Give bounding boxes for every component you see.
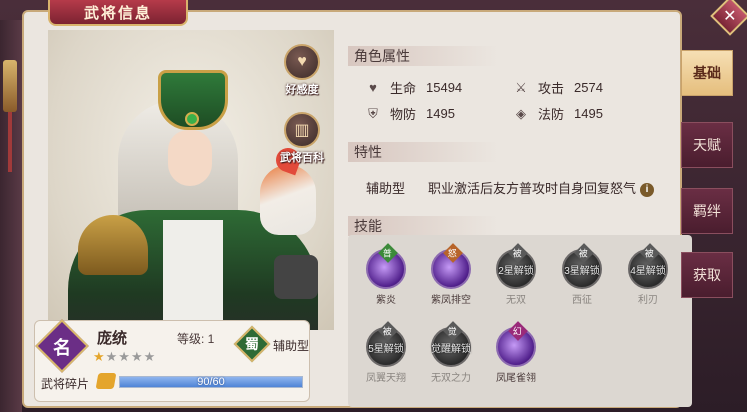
hero-level: 等级: 1 (177, 332, 215, 346)
hero-info-panel: ♥ 好感度 ▥ 武将百科 角色属性 ♥ 生命 15494 ⚔ 攻击 2574 ⛨ (22, 10, 692, 408)
tab-talent[interactable]: 天赋 (681, 122, 733, 168)
skill-lock-text: 3星解锁 (564, 265, 600, 277)
shard-label: 武将碎片 (41, 377, 90, 391)
skill-orb-icon: 被 5星解锁 (366, 321, 406, 367)
attr-value: 1495 (574, 106, 603, 121)
shard-icon (95, 373, 117, 389)
tab-obtain[interactable]: 获取 (681, 252, 733, 298)
attr-label: 生命 (390, 81, 417, 96)
shard-progress-bar: 90/60 (119, 376, 303, 388)
shard-progress-text: 90/60 (197, 376, 225, 388)
skill-tag: 幻 (508, 321, 528, 341)
heart-icon: ♥ (284, 44, 320, 80)
star-rating: ★★★★★ (93, 349, 156, 365)
name-badge-text: 名 (53, 338, 71, 358)
skills-grid: 普 紫炎 怒 紫凤排空 被 2星解锁 无双 被 3星解锁 西征 被 4星解锁 利… (348, 235, 692, 407)
skill-orb-icon: 幻 (496, 321, 536, 367)
skill-slot[interactable]: 觉 觉醒解锁 无双之力 (423, 321, 479, 389)
skill-lock-text: 觉醒解锁 (431, 343, 471, 355)
skill-slot[interactable]: 被 4星解锁 利刃 (620, 243, 676, 311)
skill-name: 紫炎 (376, 295, 396, 306)
skills-heading: 技能 (348, 216, 498, 236)
star-filled-icon: ★ (93, 349, 106, 364)
attributes-heading: 角色属性 (348, 46, 498, 66)
info-icon[interactable]: i (640, 182, 655, 197)
attr-hp: ♥ 生命 15494 (366, 78, 462, 97)
skill-name: 凤尾雀翎 (496, 373, 536, 384)
portrait-gauntlet (274, 255, 318, 299)
attr-label: 法防 (538, 107, 565, 122)
tassel-ornament (8, 112, 12, 172)
skill-tag: 觉 (443, 321, 463, 341)
skill-lock-text: 4星解锁 (630, 265, 666, 277)
skill-orb-icon: 普 (366, 243, 406, 289)
encyclopedia-label: 武将百科 (280, 152, 324, 164)
magic-shield-icon: ◈ (516, 105, 526, 121)
star-empty-icon: ★★★★ (105, 349, 157, 364)
skill-name: 西征 (572, 295, 592, 306)
affection-button[interactable]: ♥ 好感度 (276, 44, 328, 102)
hero-name: 庞统 (97, 329, 128, 347)
trait-heading: 特性 (348, 142, 498, 162)
shield-icon: ⛨ (368, 105, 378, 121)
heart-icon: ♥ (369, 80, 377, 95)
lantern-ornament (3, 60, 17, 112)
skill-tag: 怒 (443, 243, 463, 263)
skill-slot[interactable]: 被 3星解锁 西征 (554, 243, 610, 311)
skill-name: 紫凤排空 (431, 295, 471, 306)
hero-summary-card: 名 庞统 等级: 1 ★★★★★ 蜀 辅助型 武将碎片 90/60 (34, 319, 310, 402)
skill-slot[interactable]: 普 紫炎 (358, 243, 414, 311)
skill-orb-icon: 怒 (431, 243, 471, 289)
attr-magic-def: ◈ 法防 1495 (514, 104, 603, 123)
hero-encyclopedia-button[interactable]: ▥ 武将百科 (276, 112, 328, 170)
tab-basic[interactable]: 基础 (681, 50, 733, 96)
attr-value: 2574 (574, 80, 603, 95)
skill-slot[interactable]: 幻 凤尾雀翎 (488, 321, 544, 389)
skill-slot[interactable]: 被 5星解锁 凤翼天翔 (358, 321, 414, 389)
skill-name: 利刃 (638, 295, 658, 306)
skill-lock-text: 2星解锁 (498, 265, 534, 277)
skill-orb-icon: 觉 觉醒解锁 (431, 321, 471, 367)
portrait-inner-robe (163, 220, 223, 330)
skill-tag: 被 (640, 243, 660, 263)
skill-name: 无双 (506, 295, 526, 306)
trait-description-row: 职业激活后友方普攻时自身回复怒气 i (428, 178, 655, 197)
sword-icon: ⚔ (515, 79, 527, 95)
skill-tag: 被 (574, 243, 594, 263)
skill-lock-text: 5星解锁 (368, 343, 404, 355)
skill-orb-icon: 被 2星解锁 (496, 243, 536, 289)
faction-text: 蜀 (245, 336, 259, 352)
attr-label: 攻击 (538, 81, 565, 96)
phoenix-bird (260, 165, 316, 235)
book-icon: ▥ (284, 112, 320, 148)
left-decoration (0, 20, 22, 412)
hero-details: 角色属性 ♥ 生命 15494 ⚔ 攻击 2574 ⛨ 物防 1495 ◈ 法防… (342, 30, 704, 412)
skill-orb-icon: 被 3星解锁 (562, 243, 602, 289)
attr-value: 1495 (426, 106, 455, 121)
skill-orb-icon: 被 4星解锁 (628, 243, 668, 289)
attr-phys-def: ⛨ 物防 1495 (366, 104, 455, 123)
skill-slot[interactable]: 被 2星解锁 无双 (488, 243, 544, 311)
skill-name: 凤翼天翔 (366, 373, 406, 384)
hero-portrait: ♥ 好感度 ▥ 武将百科 (48, 30, 334, 330)
trait-description: 职业激活后友方普攻时自身回复怒气 (428, 181, 637, 196)
skill-tag: 普 (378, 243, 398, 263)
skill-name: 无双之力 (431, 373, 471, 384)
attr-value: 15494 (426, 80, 463, 95)
tab-bond[interactable]: 羁绊 (681, 188, 733, 234)
window-frame: ♥ 好感度 ▥ 武将百科 角色属性 ♥ 生命 15494 ⚔ 攻击 2574 ⛨ (0, 0, 747, 412)
skill-tag: 被 (378, 321, 398, 341)
skill-tag: 被 (508, 243, 528, 263)
window-title: 武将信息 (48, 0, 188, 26)
hero-type: 辅助型 (273, 339, 310, 353)
skill-slot[interactable]: 怒 紫凤排空 (423, 243, 479, 311)
portrait-hat-gem (185, 112, 199, 126)
trait-type: 辅助型 (366, 181, 406, 196)
close-button[interactable]: ✕ (710, 0, 747, 36)
close-icon: ✕ (723, 8, 737, 25)
affection-label: 好感度 (285, 84, 319, 96)
attr-attack: ⚔ 攻击 2574 (514, 78, 603, 97)
portrait-face (168, 130, 212, 186)
attr-label: 物防 (390, 107, 417, 122)
